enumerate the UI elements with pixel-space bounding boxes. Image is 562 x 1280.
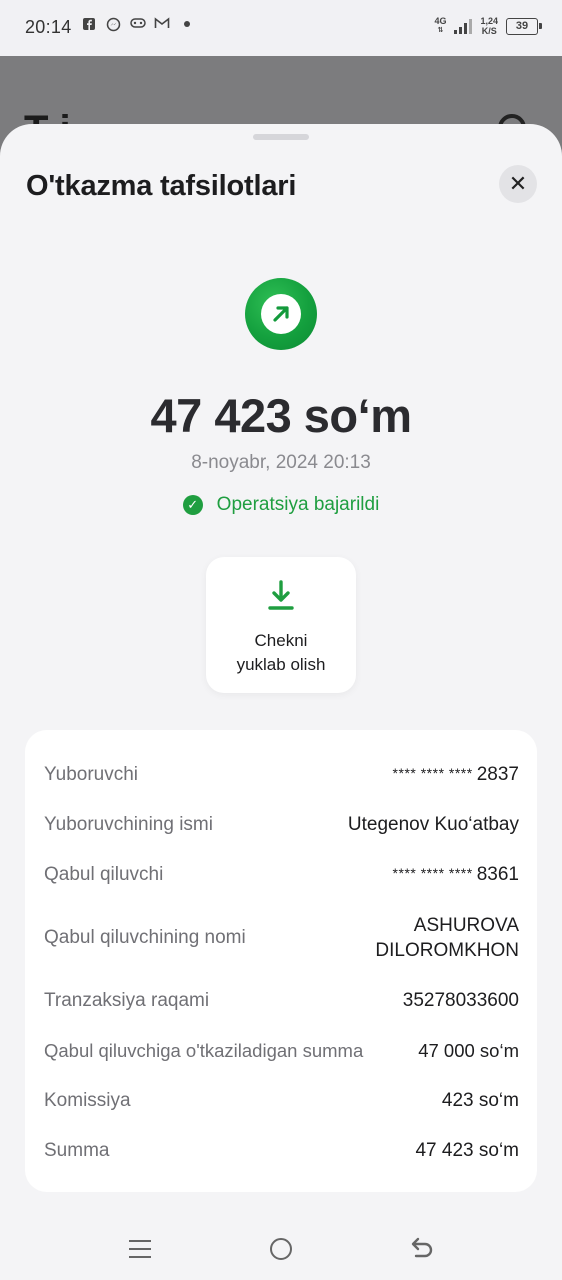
detail-label: Qabul qiluvchi: [44, 864, 164, 885]
home-icon[interactable]: [270, 1238, 292, 1260]
detail-row-transaction-id: Tranzaksiya raqami 35278033600: [44, 986, 519, 1016]
detail-value: 47 000 so‘m: [418, 1040, 519, 1061]
more-notifications-dot: [184, 21, 190, 27]
close-button[interactable]: ✕: [499, 165, 537, 203]
arrow-up-right-icon: [273, 306, 289, 322]
transfer-amount: 47 423 so‘m: [150, 389, 412, 442]
detail-value: 35278033600: [402, 990, 519, 1011]
detail-label: Qabul qiluvchiga o'tkaziladigan summa: [44, 1040, 364, 1061]
screen: 20:14 4G ⇅ 1,24 K/S 39 O'tkazma tafsilot…: [0, 0, 562, 1280]
gamepad-icon: [130, 17, 146, 31]
system-navigation-bar: [0, 1210, 562, 1280]
network-type: 4G ⇅: [434, 16, 447, 35]
detail-label: Yuboruvchining ismi: [44, 814, 213, 835]
close-icon: ✕: [508, 171, 528, 196]
detail-label: Komissiya: [44, 1090, 131, 1111]
download-icon: [268, 580, 294, 610]
detail-value: **** **** **** 8361: [392, 864, 519, 885]
detail-row-sender: Yuboruvchi **** **** **** 2837: [44, 760, 519, 790]
battery-icon: 39: [506, 17, 542, 35]
detail-row-sender-name: Yuboruvchining ismi Utegenov Kuo‘atbay: [44, 810, 519, 840]
detail-label: Summa: [44, 1140, 110, 1161]
menu-icon[interactable]: [129, 1240, 151, 1258]
detail-row-recipient-name: Qabul qiluvchining nomi ASHUROVA DILOROM…: [44, 910, 519, 966]
status-time: 20:14: [25, 17, 72, 37]
status-right: 4G ⇅ 1,24 K/S 39: [434, 16, 542, 36]
outgoing-transfer-status: [245, 278, 317, 350]
back-icon[interactable]: [408, 1236, 434, 1260]
sheet-drag-handle[interactable]: [253, 134, 309, 140]
messenger-icon: [106, 17, 121, 32]
detail-row-commission: Komissiya 423 so‘m: [44, 1086, 519, 1116]
details-card: Yuboruvchi **** **** **** 2837 Yuboruvchi…: [25, 730, 537, 1192]
notification-icons: [82, 17, 190, 32]
detail-label: Yuboruvchi: [44, 764, 139, 785]
detail-row-recipient: Qabul qiluvchi **** **** **** 8361: [44, 860, 519, 890]
detail-value: Utegenov Kuo‘atbay: [347, 814, 519, 835]
detail-value: **** **** **** 2837: [392, 764, 519, 785]
operation-status-text: Operatsiya bajarildi: [216, 494, 380, 515]
detail-row-total: Summa 47 423 so‘m: [44, 1136, 519, 1166]
transfer-datetime: 8-noyabr, 2024 20:13: [191, 452, 371, 473]
check-circle-icon: ✓: [182, 495, 203, 515]
status-bar: 20:14 4G ⇅ 1,24 K/S 39: [0, 0, 562, 56]
detail-value: 47 423 so‘m: [415, 1140, 519, 1161]
download-receipt-button[interactable]: Chekni yuklab olish: [206, 557, 356, 693]
facebook-icon: [82, 17, 96, 31]
detail-value: 423 so‘m: [441, 1090, 519, 1111]
network-speed: 1,24 K/S: [480, 16, 498, 36]
sheet-title: O'tkazma tafsilotlari: [26, 170, 297, 202]
detail-label: Qabul qiluvchining nomi: [44, 927, 246, 948]
detail-row-credited-amount: Qabul qiluvchiga o'tkaziladigan summa 47…: [44, 1036, 519, 1066]
gmail-icon: [154, 17, 170, 31]
detail-value: ASHUROVA DILOROMKHON: [375, 915, 519, 961]
detail-label: Tranzaksiya raqami: [44, 990, 210, 1011]
signal-icon: [454, 18, 473, 34]
download-receipt-label: Chekni yuklab olish: [236, 631, 326, 674]
operation-status: ✓ Operatsiya bajarildi: [0, 494, 562, 516]
transfer-details-sheet: O'tkazma tafsilotlari ✕ 47 423 so‘m 8-no…: [0, 124, 562, 1280]
